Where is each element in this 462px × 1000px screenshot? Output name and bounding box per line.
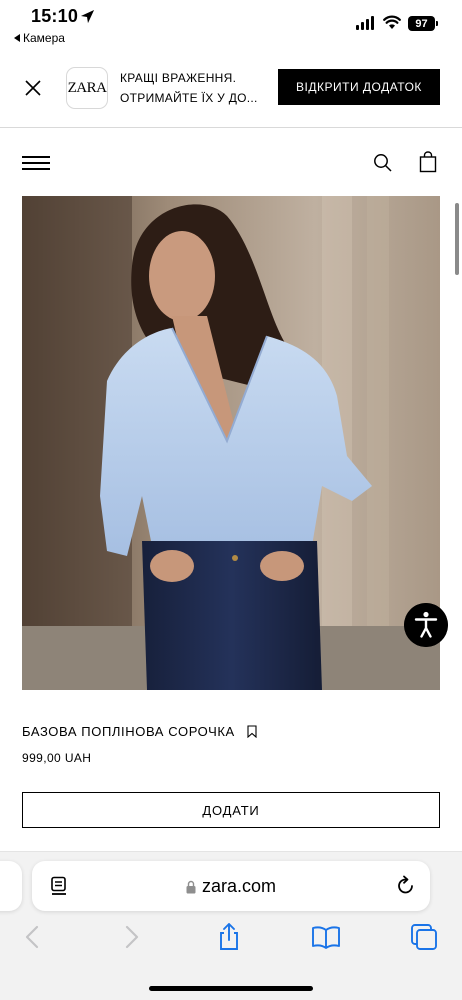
bookmark-icon[interactable] (247, 724, 257, 738)
product-image[interactable] (22, 196, 440, 690)
add-to-cart-button[interactable]: ДОДАТИ (22, 792, 440, 828)
banner-line-2: ОТРИМАЙТЕ ЇХ У ДО... (120, 91, 258, 105)
wifi-icon (383, 15, 401, 29)
tabs-icon[interactable] (409, 922, 439, 952)
scroll-indicator[interactable] (455, 203, 459, 275)
bookmarks-icon[interactable] (311, 922, 341, 952)
product-name[interactable]: БАЗОВА ПОПЛІНОВА СОРОЧКА (22, 724, 235, 739)
share-icon[interactable] (214, 922, 244, 952)
battery-icon: 97 (408, 16, 438, 31)
lock-icon (186, 880, 196, 893)
reload-icon[interactable] (395, 875, 417, 897)
url-display[interactable]: zara.com (32, 876, 430, 897)
battery-level: 97 (415, 17, 428, 30)
forward-icon[interactable] (116, 922, 146, 952)
browser-toolbar (0, 922, 462, 956)
address-bar[interactable]: zara.com (32, 861, 430, 911)
shopping-bag-icon[interactable] (419, 151, 437, 173)
search-icon[interactable] (373, 153, 393, 173)
close-icon[interactable] (22, 77, 44, 99)
banner-text: КРАЩІ ВРАЖЕННЯ. ОТРИМАЙТЕ ЇХ У ДО... (120, 68, 272, 108)
signal-icon (356, 16, 374, 30)
product-price: 999,00 UAH (22, 751, 92, 765)
product-photo (22, 196, 440, 690)
back-icon[interactable] (18, 922, 48, 952)
zara-app-logo: ZARA (66, 67, 108, 109)
app-install-banner: ZARA КРАЩІ ВРАЖЕННЯ. ОТРИМАЙТЕ ЇХ У ДО..… (0, 48, 462, 128)
browser-bottom-bar: zara.com (0, 851, 462, 1000)
banner-line-1: КРАЩІ ВРАЖЕННЯ. (120, 71, 237, 85)
url-text: zara.com (201, 876, 277, 896)
back-app-label: Камера (23, 31, 65, 45)
back-to-app-link[interactable]: Камера (14, 31, 65, 45)
location-arrow-icon (80, 9, 95, 24)
status-bar: 15:10 Камера 97 (0, 0, 462, 48)
site-header (0, 128, 462, 196)
home-indicator (149, 986, 313, 991)
back-triangle-icon (14, 34, 20, 42)
status-time: 15:10 (31, 6, 79, 26)
menu-icon[interactable] (22, 156, 50, 170)
open-app-button[interactable]: ВІДКРИТИ ДОДАТОК (278, 69, 440, 105)
previous-tab-card[interactable] (0, 861, 22, 911)
accessibility-icon[interactable] (404, 603, 448, 647)
product-title-row: БАЗОВА ПОПЛІНОВА СОРОЧКА (22, 721, 257, 741)
